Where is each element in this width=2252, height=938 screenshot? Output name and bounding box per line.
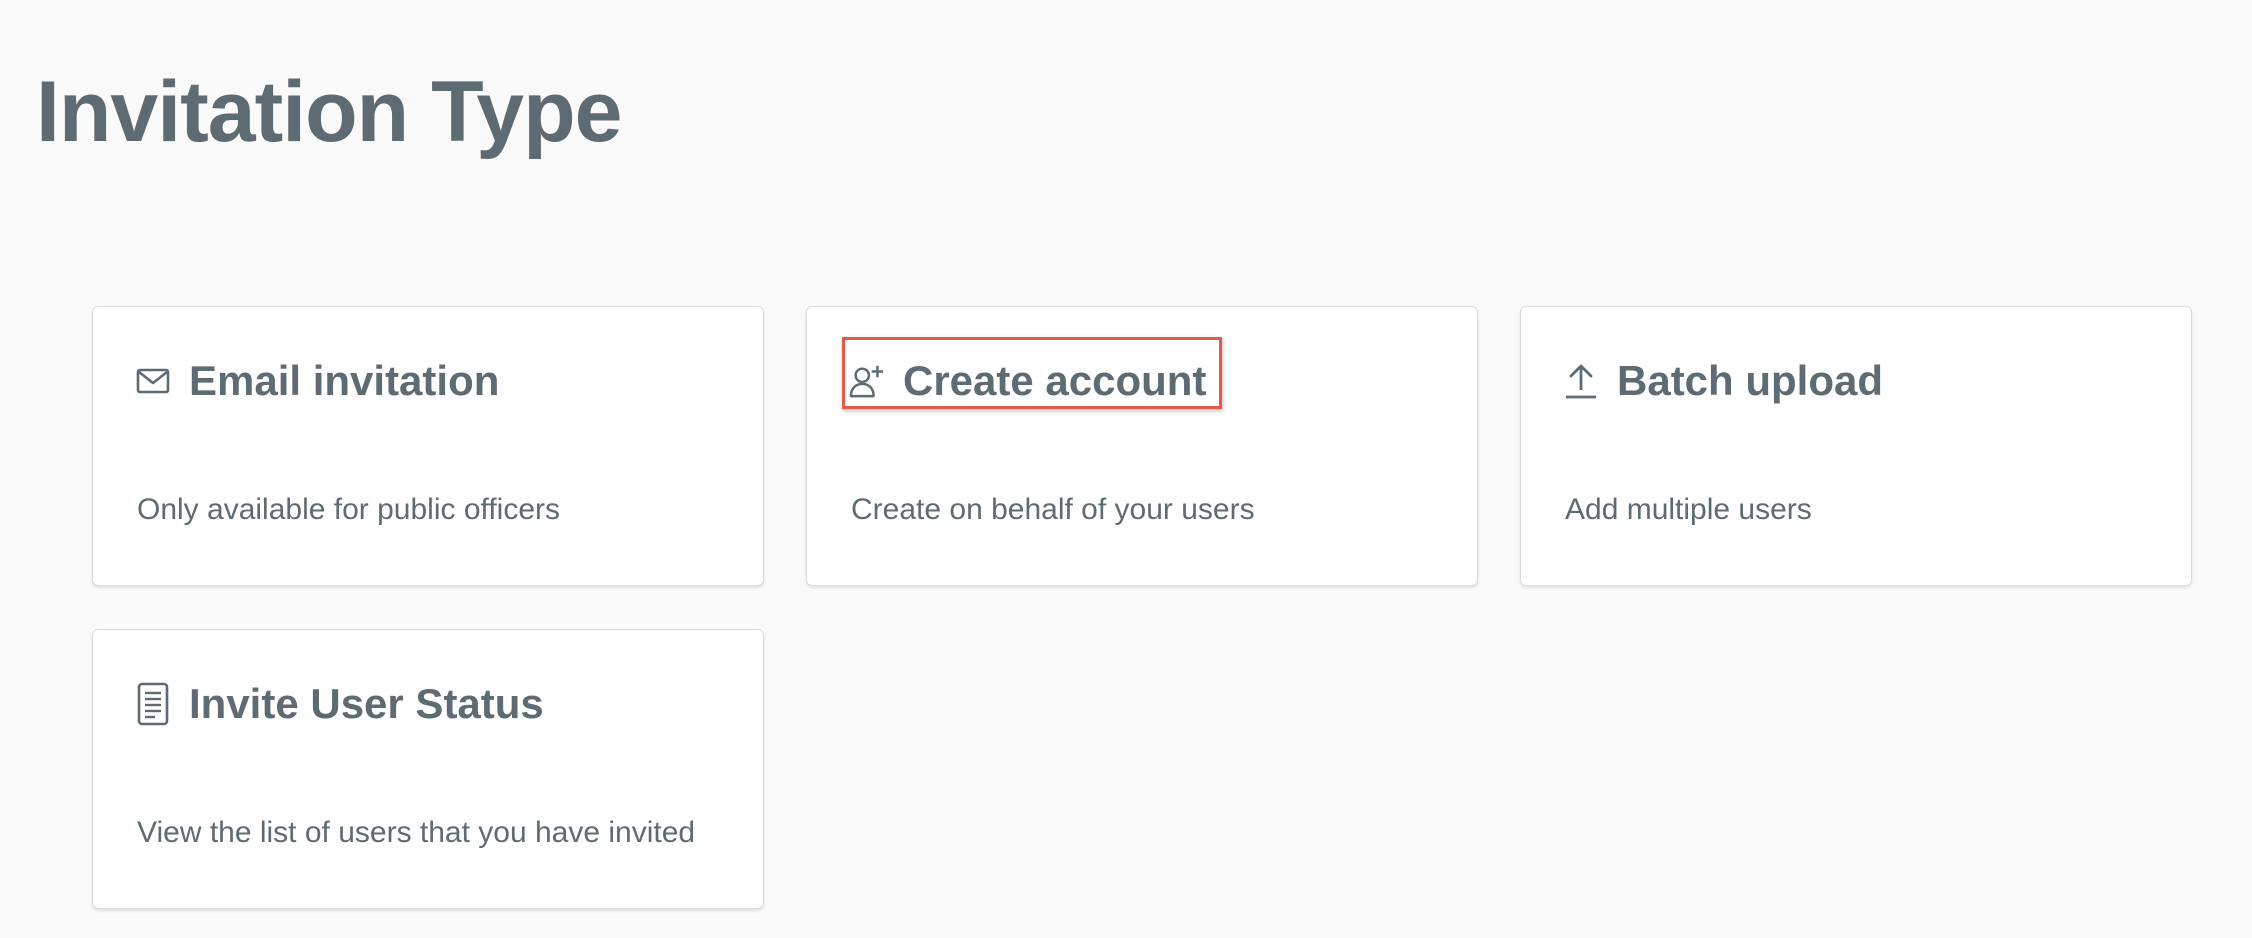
card-header: Create account	[849, 345, 1206, 417]
card-description: Add multiple users	[1565, 493, 1812, 526]
document-icon	[135, 682, 171, 726]
card-description: Create on behalf of your users	[851, 493, 1255, 526]
card-title: Email invitation	[189, 357, 500, 404]
card-header: Invite User Status	[135, 668, 544, 740]
card-title: Create account	[903, 357, 1207, 404]
card-header: Email invitation	[135, 345, 499, 417]
card-batch-upload[interactable]: Batch upload Add multiple users	[1520, 306, 2192, 586]
card-invite-user-status[interactable]: Invite User Status View the list of user…	[92, 629, 764, 909]
user-plus-icon	[849, 361, 885, 401]
page-title: Invitation Type	[36, 64, 622, 160]
mail-icon	[135, 361, 171, 401]
card-description: View the list of users that you have inv…	[137, 816, 696, 849]
card-create-account[interactable]: Create account Create on behalf of your …	[806, 306, 1478, 586]
card-description: Only available for public officers	[137, 493, 560, 526]
card-title: Invite User Status	[189, 680, 544, 727]
card-title: Batch upload	[1617, 357, 1884, 404]
upload-icon	[1563, 361, 1599, 401]
card-header: Batch upload	[1563, 345, 1883, 417]
card-email-invitation[interactable]: Email invitation Only available for publ…	[92, 306, 764, 586]
